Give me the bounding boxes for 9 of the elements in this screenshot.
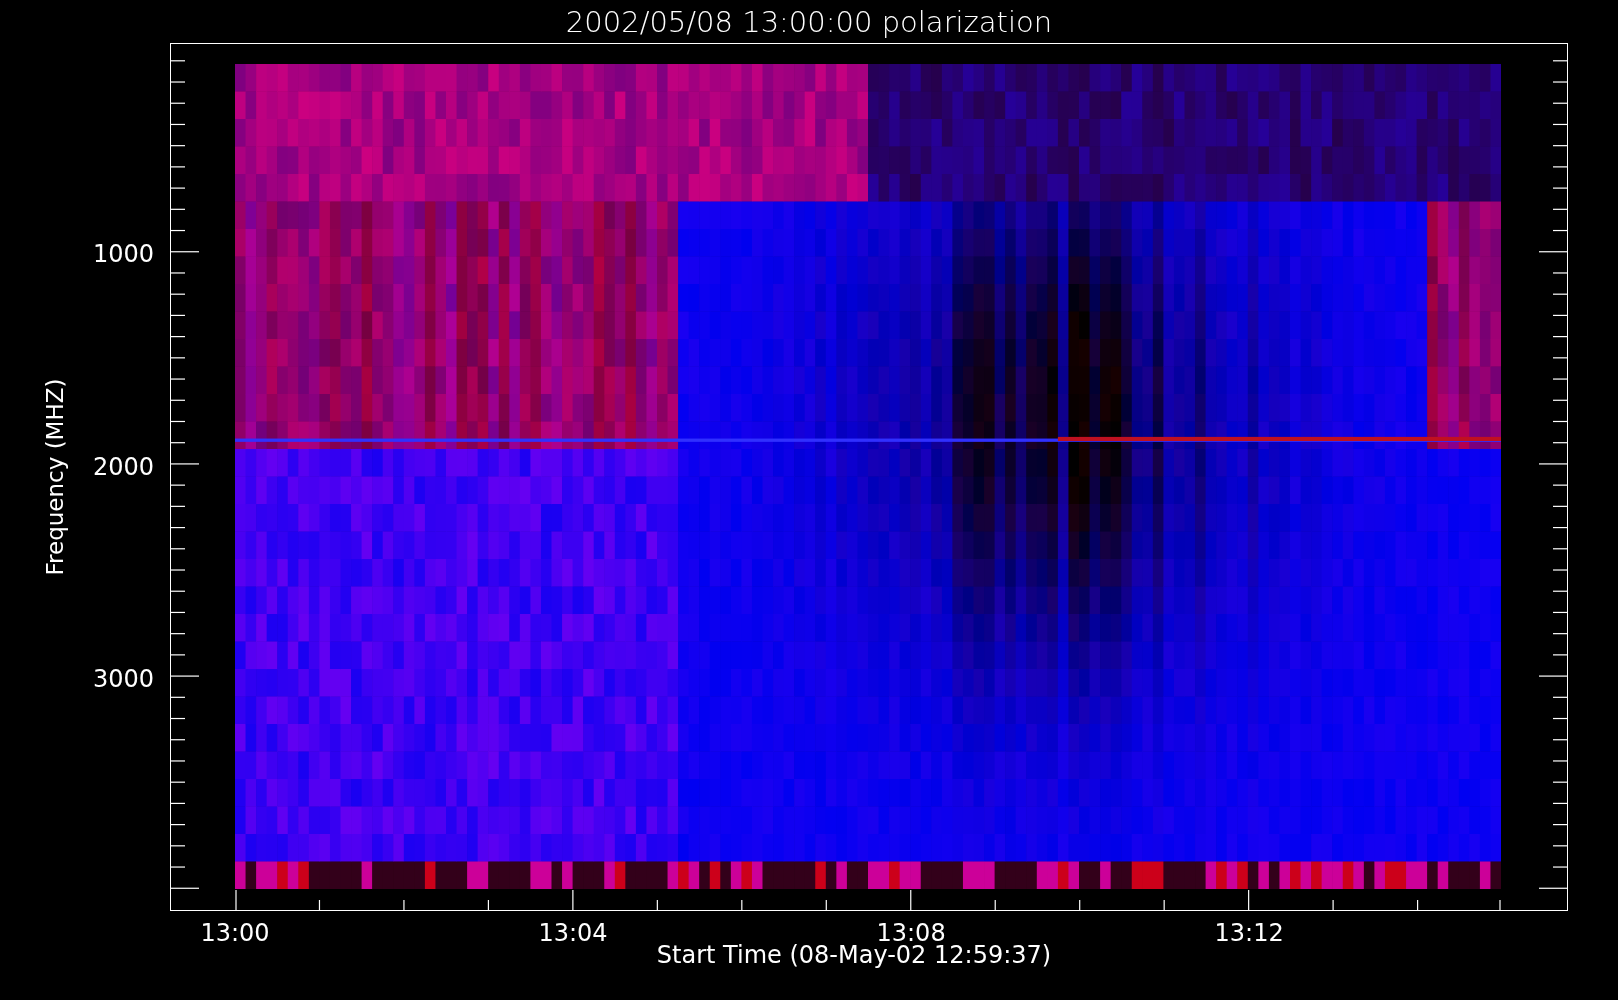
x-axis-label: Start Time (08-May-02 12:59:37) xyxy=(656,941,1052,969)
y-axis-label: Frequency (MHZ) xyxy=(42,378,68,576)
y-tick-label: 2000 xyxy=(92,452,154,481)
plot-title: 2002/05/08 13:00:00 polarization xyxy=(565,4,1053,39)
x-tick-label: 13:12 xyxy=(1214,919,1284,947)
x-tick-label: 13:00 xyxy=(200,919,270,947)
x-tick-label: 13:04 xyxy=(538,919,608,947)
y-tick-label: 1000 xyxy=(92,239,154,268)
y-tick-label: 3000 xyxy=(92,665,154,694)
